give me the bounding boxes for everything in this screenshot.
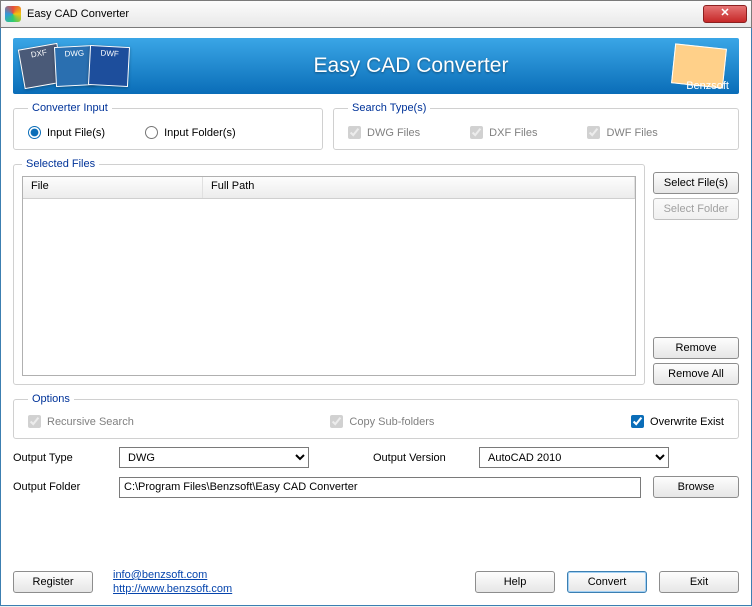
output-type-label: Output Type xyxy=(13,452,107,464)
brand-label: Benzsoft xyxy=(686,80,729,92)
radio-input-files-input[interactable] xyxy=(28,126,41,139)
check-dwf: DWF Files xyxy=(587,126,657,139)
convert-button[interactable]: Convert xyxy=(567,571,647,593)
check-dwg: DWG Files xyxy=(348,126,420,139)
window-body: DXF DWG DWF Easy CAD Converter Benzsoft … xyxy=(0,28,752,606)
remove-all-button[interactable]: Remove All xyxy=(653,363,739,385)
options-legend: Options xyxy=(28,393,74,405)
check-copy-sub-input xyxy=(330,415,343,428)
browse-button[interactable]: Browse xyxy=(653,476,739,498)
banner: DXF DWG DWF Easy CAD Converter Benzsoft xyxy=(13,38,739,94)
register-button[interactable]: Register xyxy=(13,571,93,593)
email-link[interactable]: info@benzsoft.com xyxy=(113,569,232,581)
banner-thumbs: DXF DWG DWF xyxy=(27,46,129,86)
options-group: Options Recursive Search Copy Sub-folder… xyxy=(13,393,739,439)
check-overwrite-input[interactable] xyxy=(631,415,644,428)
app-icon xyxy=(5,6,21,22)
col-path[interactable]: Full Path xyxy=(203,177,635,198)
side-buttons: Select File(s) Select Folder Remove Remo… xyxy=(653,158,739,385)
website-link[interactable]: http://www.benzsoft.com xyxy=(113,583,232,595)
check-dxf-input xyxy=(470,126,483,139)
output-folder-input[interactable] xyxy=(119,477,641,498)
search-types-legend: Search Type(s) xyxy=(348,102,430,114)
banner-title: Easy CAD Converter xyxy=(149,54,673,78)
selected-files-legend: Selected Files xyxy=(22,158,99,170)
converter-input-group: Converter Input Input File(s) Input Fold… xyxy=(13,102,323,150)
select-files-button[interactable]: Select File(s) xyxy=(653,172,739,194)
radio-input-files[interactable]: Input File(s) xyxy=(28,126,105,139)
check-recursive-input xyxy=(28,415,41,428)
exit-button[interactable]: Exit xyxy=(659,571,739,593)
output-type-select[interactable]: DWG xyxy=(119,447,309,468)
check-dxf: DXF Files xyxy=(470,126,537,139)
selected-files-group: Selected Files File Full Path xyxy=(13,158,645,385)
table-header: File Full Path xyxy=(23,177,635,199)
search-types-group: Search Type(s) DWG Files DXF Files DWF F… xyxy=(333,102,739,150)
titlebar: Easy CAD Converter ✕ xyxy=(0,0,752,28)
remove-button[interactable]: Remove xyxy=(653,337,739,359)
check-dwg-input xyxy=(348,126,361,139)
check-overwrite[interactable]: Overwrite Exist xyxy=(631,415,724,428)
files-table[interactable]: File Full Path xyxy=(22,176,636,376)
check-recursive: Recursive Search xyxy=(28,415,134,428)
check-dwf-input xyxy=(587,126,600,139)
converter-input-legend: Converter Input xyxy=(28,102,112,114)
radio-input-folders-input[interactable] xyxy=(145,126,158,139)
output-version-label: Output Version xyxy=(373,452,467,464)
radio-input-folders[interactable]: Input Folder(s) xyxy=(145,126,236,139)
thumb-dwf: DWF xyxy=(88,45,130,87)
window-title: Easy CAD Converter xyxy=(27,8,703,20)
footer: Register info@benzsoft.com http://www.be… xyxy=(13,565,739,595)
output-version-select[interactable]: AutoCAD 2010 xyxy=(479,447,669,468)
output-folder-label: Output Folder xyxy=(13,481,107,493)
select-folder-button: Select Folder xyxy=(653,198,739,220)
help-button[interactable]: Help xyxy=(475,571,555,593)
col-file[interactable]: File xyxy=(23,177,203,198)
close-button[interactable]: ✕ xyxy=(703,5,747,23)
check-copy-sub: Copy Sub-folders xyxy=(330,415,434,428)
